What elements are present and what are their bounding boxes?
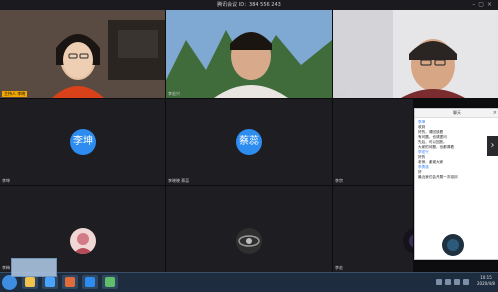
taskbar-app-meeting[interactable] (82, 275, 98, 289)
taskbar: 10:15 2020/4/8 (0, 272, 498, 292)
participant-name: 李晓晓 蔡蕊 (168, 178, 190, 183)
participant-name: 李梅 (2, 265, 10, 270)
participant-video (0, 10, 165, 98)
chevron-right-icon[interactable]: › (487, 136, 498, 156)
avatar (403, 228, 413, 254)
participant-video (333, 10, 498, 98)
floating-control-button[interactable] (442, 234, 464, 256)
taskbar-app-other[interactable] (102, 275, 118, 289)
video-tile-2[interactable]: 李宏兴 (166, 10, 332, 98)
participant-name: 李坤 (2, 178, 10, 183)
participant-name: 李勇强 (335, 91, 347, 96)
taskbar-app-browser[interactable] (42, 275, 58, 289)
tray-icon[interactable] (436, 279, 442, 285)
chat-message: 最近我们会开展一次培训 (418, 175, 458, 179)
window-titlebar: 腾讯会议 ID：384 556 243 –▢× (0, 0, 498, 10)
video-tile-5[interactable]: 蔡蕊 李晓晓 蔡蕊 (166, 99, 332, 185)
window-controls[interactable]: –▢× (472, 1, 495, 9)
participant-name: 主持人 李晓 (2, 91, 28, 97)
window-title: 腾讯会议 ID：384 556 243 (217, 2, 281, 8)
volume-icon[interactable] (445, 279, 451, 285)
participant-name: 李宏 (335, 265, 343, 270)
taskbar-app-explorer[interactable] (22, 275, 38, 289)
system-tray: 10:15 2020/4/8 (436, 275, 496, 290)
video-tile-6[interactable]: 李宗 (333, 99, 413, 185)
participant-name: 李宗 (335, 178, 343, 183)
clock[interactable]: 10:15 2020/4/8 (476, 275, 496, 287)
avatar: 蔡蕊 (236, 129, 262, 155)
video-tile-9[interactable]: 李宏 (333, 186, 413, 272)
video-tile-1[interactable]: 主持人 李晓 (0, 10, 165, 98)
video-tile-8[interactable] (166, 186, 332, 272)
taskbar-app-media[interactable] (62, 275, 78, 289)
start-button[interactable] (2, 275, 17, 290)
selection-overlay (11, 258, 57, 277)
avatar (70, 228, 96, 254)
video-tile-4[interactable]: 李坤 李坤 (0, 99, 165, 185)
chat-header: 聊天 × (415, 109, 498, 118)
video-tile-3[interactable]: 李勇强 (333, 10, 498, 98)
chat-messages: 李坤 收到 好的，请回放看 有问题，也请提问 先后，可以回放。 大家的问题，也都… (415, 118, 498, 182)
avatar: 李坤 (70, 129, 96, 155)
battery-icon[interactable] (463, 279, 469, 285)
camera-icon (447, 239, 459, 251)
chat-title: 聊天 (453, 110, 461, 115)
participant-video (166, 10, 332, 98)
clock-date: 2020/4/8 (477, 281, 495, 286)
close-icon[interactable]: × (493, 109, 497, 117)
avatar (236, 228, 262, 254)
participant-name: 李宏兴 (168, 91, 180, 96)
network-icon[interactable] (454, 279, 460, 285)
